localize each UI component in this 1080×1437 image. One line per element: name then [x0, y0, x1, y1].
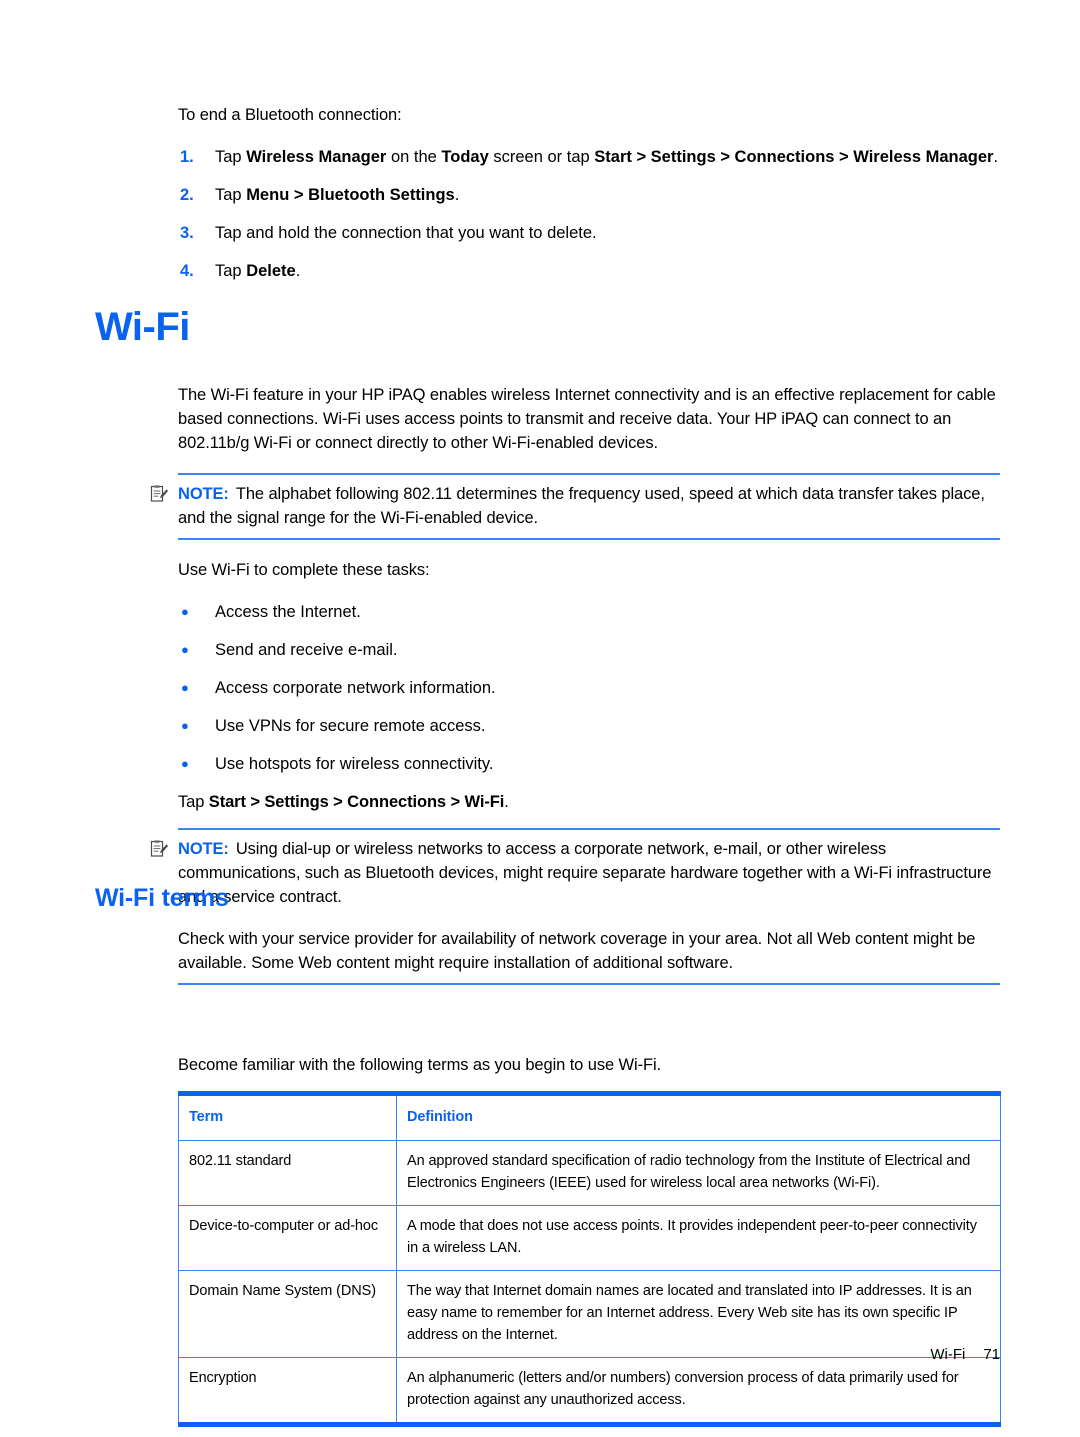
cell-definition: A mode that does not use access points. …: [396, 1205, 1001, 1271]
step-0-run-1: Wireless Manager: [246, 148, 387, 166]
task-item: ● Access the Internet.: [178, 600, 1000, 624]
column-header-term: Term: [178, 1093, 397, 1141]
section-title-wifi-terms: Wi-Fi terms: [95, 884, 229, 912]
tasks-lead: Use Wi-Fi to complete these tasks:: [178, 561, 430, 579]
bullet-icon: ●: [181, 756, 189, 771]
table-header-row: Term Definition: [178, 1093, 1001, 1141]
table-row: Device-to-computer or ad-hoc A mode that …: [178, 1205, 1001, 1271]
step-1-run-0: Tap: [215, 186, 247, 204]
step-text: Tap Menu > Bluetooth Settings.: [215, 183, 1000, 207]
table-row: 802.11 standard An approved standard spec…: [178, 1140, 1001, 1206]
bullet-icon: ●: [181, 642, 189, 657]
step-number: 1.: [180, 148, 194, 166]
wifi-tasks-list: ● Access the Internet. ● Send and receive e…: [178, 600, 1000, 776]
step-3-run-0: Tap: [215, 262, 247, 280]
step-0-run-0: Tap: [215, 148, 247, 166]
step-1-run-1: Menu > Bluetooth Settings: [246, 186, 455, 204]
cell-definition: An alphanumeric (letters and/or numbers)…: [396, 1357, 1001, 1425]
task-text: Access corporate network information.: [215, 679, 496, 697]
page-footer: Wi-Fi 71: [930, 1345, 1000, 1365]
document-page: To end a Bluetooth connection: 1. Tap Wir…: [0, 0, 1080, 1437]
step-text: Tap Wireless Manager on the Today screen…: [215, 145, 1000, 169]
step-text: Tap Delete.: [215, 259, 1000, 283]
bullet-icon: ●: [181, 718, 189, 733]
note-2-label: NOTE:: [178, 840, 229, 858]
note-2-text: Using dial-up or wireless networks to ac…: [178, 840, 992, 906]
intro-lead: To end a Bluetooth connection:: [178, 106, 402, 124]
cell-term: Device-to-computer or ad-hoc: [178, 1205, 397, 1271]
step-item: 4. Tap Delete.: [178, 259, 1000, 283]
note-1-label: NOTE:: [178, 485, 229, 503]
step-item: 1. Tap Wireless Manager on the Today scre…: [178, 145, 1000, 169]
footer-page-number: 71: [983, 1346, 1000, 1363]
step-3-run-2: .: [295, 262, 301, 280]
task-item: ● Use hotspots for wireless connectivity.: [178, 752, 1000, 776]
step-number: 2.: [180, 186, 194, 204]
column-header-definition: Definition: [396, 1093, 1001, 1141]
task-item: ● Access corporate network information.: [178, 676, 1000, 700]
step-0-run-5: Start > Settings > Connections > Wireles…: [594, 148, 994, 166]
page-content: To end a Bluetooth connection: 1. Tap Wir…: [150, 103, 1001, 1427]
terms-lead: Become familiar with the following terms…: [178, 1056, 661, 1074]
tap-path-line: Tap Start > Settings > Connections > Wi-…: [178, 790, 1000, 814]
wifi-terms-table: Term Definition 802.11 standard An approv…: [178, 1091, 1001, 1427]
terms-heading-spacer: [178, 1003, 1000, 1053]
note-block-1: NOTE: The alphabet following 802.11 deter…: [150, 473, 1000, 540]
table-row: Domain Name System (DNS) The way that Int…: [178, 1270, 1001, 1358]
bullet-icon: ●: [181, 604, 189, 619]
cell-definition: An approved standard specification of ra…: [396, 1140, 1001, 1206]
step-3-run-1: Delete: [246, 262, 296, 280]
cell-definition: The way that Internet domain names are l…: [396, 1270, 1001, 1358]
wifi-intro-paragraph: The Wi-Fi feature in your HP iPAQ enable…: [178, 386, 996, 452]
note-block-2: NOTE: Using dial-up or wireless networks …: [150, 828, 1000, 985]
wifi-heading-spacer: [178, 297, 1000, 383]
task-text: Use VPNs for secure remote access.: [215, 717, 486, 735]
step-2-run-0: Tap and hold the connection that you wan…: [215, 224, 597, 242]
cell-term: Encryption: [178, 1357, 397, 1425]
cell-term: 802.11 standard: [178, 1140, 397, 1206]
step-0-run-4: screen or tap: [488, 148, 595, 166]
page-title-wifi: Wi-Fi: [95, 305, 190, 349]
step-number: 4.: [180, 262, 194, 280]
note-2-extra-paragraph: Check with your service provider for ava…: [178, 930, 976, 972]
note-clipboard-pencil-icon: [150, 840, 168, 858]
note-1-body: NOTE: The alphabet following 802.11 deter…: [178, 482, 1000, 530]
step-0-run-3: Today: [441, 148, 489, 166]
task-text: Send and receive e-mail.: [215, 641, 398, 659]
footer-section-label: Wi-Fi: [930, 1346, 966, 1363]
tap-path-run-1: Start > Settings > Connections > Wi-Fi: [208, 793, 505, 811]
step-text: Tap and hold the connection that you wan…: [215, 221, 1000, 245]
step-1-run-2: .: [454, 186, 460, 204]
note-clipboard-pencil-icon: [150, 485, 168, 503]
table-row: Encryption An alphanumeric (letters and/o…: [178, 1357, 1001, 1425]
cell-term: Domain Name System (DNS): [178, 1270, 397, 1358]
tap-path-run-2: .: [504, 793, 509, 811]
task-text: Access the Internet.: [215, 603, 361, 621]
step-item: 3. Tap and hold the connection that you w…: [178, 221, 1000, 245]
step-0-run-6: .: [993, 148, 999, 166]
note-1-text: The alphabet following 802.11 determines…: [178, 485, 985, 527]
step-0-run-2: on the: [386, 148, 442, 166]
step-item: 2. Tap Menu > Bluetooth Settings.: [178, 183, 1000, 207]
tap-path-run-0: Tap: [178, 793, 209, 811]
bullet-icon: ●: [181, 680, 189, 695]
step-number: 3.: [180, 224, 194, 242]
note-2-body: NOTE: Using dial-up or wireless networks …: [178, 837, 1000, 909]
task-item: ● Use VPNs for secure remote access.: [178, 714, 1000, 738]
task-text: Use hotspots for wireless connectivity.: [215, 755, 494, 773]
bluetooth-disconnect-steps: 1. Tap Wireless Manager on the Today scre…: [178, 145, 1000, 283]
task-item: ● Send and receive e-mail.: [178, 638, 1000, 662]
